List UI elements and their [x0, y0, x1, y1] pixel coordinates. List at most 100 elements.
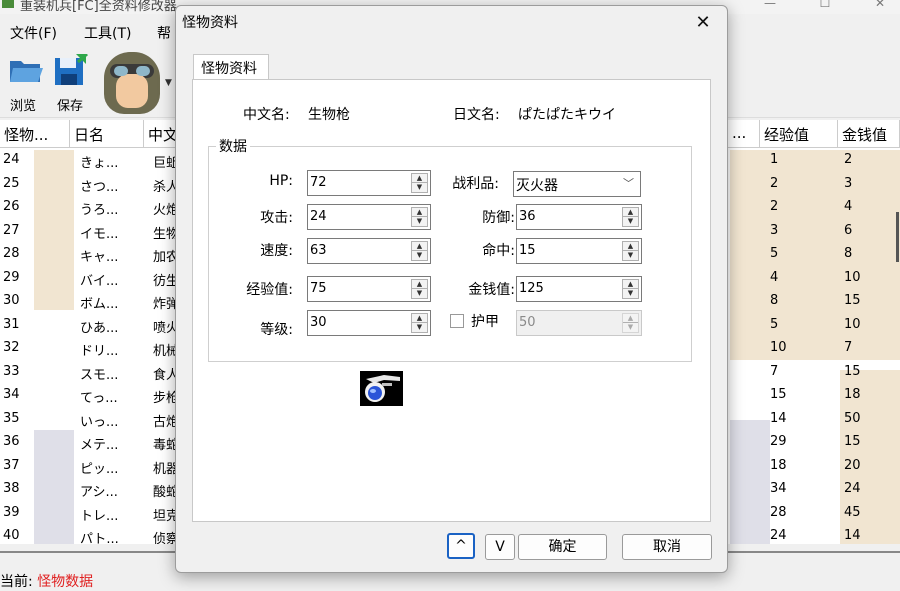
exp-spinner[interactable]: 75 ▲ ▼	[307, 276, 431, 302]
avatar[interactable]	[104, 52, 160, 114]
chevron-down-icon: ﹀	[623, 177, 634, 190]
spin-up-icon[interactable]: ▲	[623, 314, 638, 323]
armor-spinner[interactable]: 50 ▲ ▼	[516, 310, 642, 336]
maximize-icon[interactable]: ☐	[810, 0, 840, 10]
armor-checkbox[interactable]	[450, 314, 464, 328]
cell-gold: 45	[844, 504, 861, 520]
folder-icon	[10, 61, 43, 82]
spin-up-icon[interactable]: ▲	[412, 314, 427, 323]
spin-down-icon[interactable]: ▼	[412, 217, 427, 226]
cell-exp: 1	[770, 152, 779, 167]
cell-exp: 2	[770, 199, 779, 214]
spd-spinner[interactable]: 63 ▲ ▼	[307, 238, 431, 264]
cell-id: 30	[3, 293, 20, 308]
cell-jp: ピッ...	[80, 461, 119, 477]
cell-id: 25	[3, 175, 20, 191]
cell-jp: きょ...	[80, 156, 119, 171]
cell-exp: 2	[770, 175, 779, 191]
browse-button[interactable]: 浏览	[3, 50, 43, 114]
def-spinner[interactable]: 36 ▲ ▼	[516, 204, 642, 230]
spin-down-icon[interactable]: ▼	[412, 289, 427, 298]
cell-exp: 8	[770, 293, 779, 308]
col-header-id[interactable]: 怪物...	[0, 120, 70, 148]
cell-id: 32	[3, 340, 20, 355]
cell-cn: 坦克	[153, 508, 177, 524]
spin-up-icon[interactable]: ▲	[412, 174, 427, 183]
loot-dropdown[interactable]: 灭火器 ﹀	[513, 171, 641, 197]
spin-up-icon[interactable]: ▲	[623, 208, 638, 217]
spin-down-icon[interactable]: ▼	[623, 217, 638, 226]
cell-gold: 2	[844, 152, 853, 167]
spin-down-icon[interactable]: ▼	[623, 289, 638, 298]
spin-up-icon[interactable]: ▲	[412, 280, 427, 289]
spin-up-icon[interactable]: ▲	[623, 280, 638, 289]
cell-id: 40	[3, 528, 20, 543]
save-button[interactable]: 保存	[50, 50, 90, 114]
group-title: 数据	[216, 136, 250, 156]
cell-jp: てっ...	[80, 391, 118, 406]
spin-down-icon[interactable]: ▼	[412, 183, 427, 192]
ok-button[interactable]: 确定	[518, 534, 607, 560]
cell-jp: うろ...	[80, 203, 119, 218]
prev-button[interactable]: ^	[447, 533, 475, 559]
tab-monster-data[interactable]: 怪物资料	[193, 54, 269, 80]
atk-spinner[interactable]: 24 ▲ ▼	[307, 204, 431, 230]
spin-down-icon[interactable]: ▼	[623, 251, 638, 260]
cancel-button[interactable]: 取消	[622, 534, 712, 560]
hp-spinner[interactable]: 72 ▲ ▼	[307, 170, 431, 196]
level-spinner[interactable]: 30 ▲ ▼	[307, 310, 431, 336]
chevron-down-icon[interactable]: ▼	[165, 78, 172, 88]
cell-id: 35	[3, 410, 20, 426]
next-button[interactable]: V	[485, 534, 515, 560]
spin-down-icon[interactable]: ▼	[412, 323, 427, 332]
dialog-title: 怪物资料	[182, 15, 238, 31]
spd-label: 速度:	[260, 243, 293, 259]
col-header-hidden[interactable]: ...	[728, 120, 760, 148]
monster-sprite-icon	[360, 371, 403, 406]
col-header-jp[interactable]: 日名	[70, 120, 144, 148]
cell-jp: パト...	[80, 532, 119, 544]
close-icon[interactable]: ✕	[685, 8, 721, 38]
cell-gold: 50	[844, 410, 861, 426]
hp-value: 72	[310, 175, 327, 190]
spin-down-icon[interactable]: ▼	[623, 323, 638, 332]
main-window-title: 重装机兵[FC]全资料修改器	[20, 0, 177, 14]
gold-spinner[interactable]: 125 ▲ ▼	[516, 276, 642, 302]
app-icon	[2, 0, 14, 8]
cell-gold: 8	[844, 246, 853, 261]
cell-gold: 20	[844, 457, 861, 473]
cell-exp: 5	[770, 246, 779, 261]
cell-cn: 毒蛇	[153, 438, 177, 453]
cell-cn: 酸蛇	[153, 485, 177, 500]
cell-id: 38	[3, 481, 20, 496]
cell-id: 24	[3, 152, 20, 167]
cell-jp: トレ...	[80, 508, 119, 524]
menu-file[interactable]: 文件(F)	[10, 23, 57, 43]
cell-jp: イモ...	[80, 226, 119, 242]
cell-gold: 15	[844, 293, 861, 308]
minimize-icon[interactable]: —	[755, 0, 785, 10]
cell-id: 27	[3, 222, 20, 238]
cell-id: 39	[3, 504, 20, 520]
cell-gold: 15	[844, 363, 861, 379]
spin-down-icon[interactable]: ▼	[412, 251, 427, 260]
cell-cn: 彷生	[153, 273, 177, 289]
col-header-gold[interactable]: 金钱值	[838, 120, 900, 148]
jp-name-value: ぱたぱたキウイ	[518, 107, 616, 123]
spin-up-icon[interactable]: ▲	[623, 242, 638, 251]
menu-tools[interactable]: 工具(T)	[84, 23, 131, 43]
cell-jp: さつ...	[80, 179, 119, 195]
menu-help[interactable]: 帮	[157, 23, 171, 43]
col-header-exp[interactable]: 经验值	[760, 120, 838, 148]
spin-up-icon[interactable]: ▲	[412, 208, 427, 217]
cell-exp: 29	[770, 434, 787, 449]
close-icon[interactable]: ✕	[865, 0, 895, 10]
spin-up-icon[interactable]: ▲	[412, 242, 427, 251]
cell-jp: いっ...	[80, 414, 119, 430]
hit-value: 15	[519, 243, 536, 258]
hit-spinner[interactable]: 15 ▲ ▼	[516, 238, 642, 264]
cell-cn: 杀人	[153, 179, 177, 195]
vertical-scrollbar[interactable]	[896, 212, 899, 262]
gold-value: 125	[519, 281, 544, 296]
cell-gold: 6	[844, 222, 853, 238]
